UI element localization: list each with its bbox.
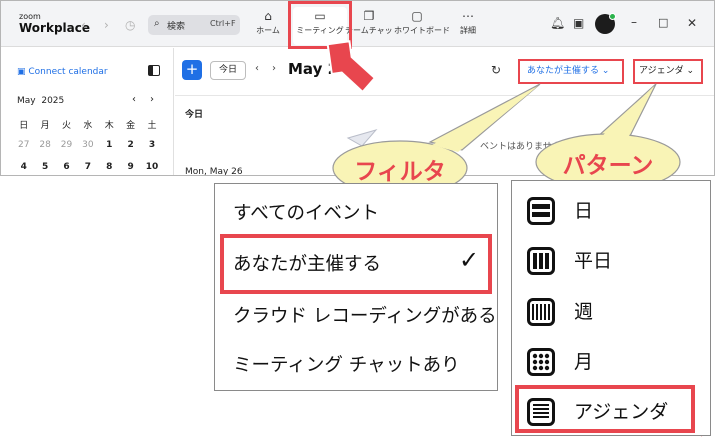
chevron-down-icon: ⌄ bbox=[601, 66, 610, 76]
calendar-day[interactable]: 2 bbox=[120, 140, 141, 162]
view-pattern-menu: 日 平日 週 月 アジェンダ bbox=[511, 180, 711, 436]
weekday-row: 日 月 火 水 木 金 土 bbox=[13, 118, 163, 140]
connect-calendar-label: Connect calendar bbox=[28, 67, 108, 77]
calendar-small-icon[interactable]: ▣ bbox=[573, 16, 584, 30]
calendar-day[interactable]: 1 bbox=[99, 140, 120, 162]
mini-calendar: 日 月 火 水 木 金 土 27 28 29 30 1 2 3 4 5 6 7 … bbox=[13, 118, 163, 175]
chevron-down-icon: ⌄ bbox=[686, 66, 695, 76]
view-option-label: 月 bbox=[574, 351, 594, 373]
weekday: 土 bbox=[147, 121, 157, 131]
tab-more-label: 詳細 bbox=[460, 26, 476, 35]
back-arrow-icon[interactable]: ‹ bbox=[81, 18, 86, 32]
avatar[interactable] bbox=[595, 13, 616, 34]
calendar-day[interactable]: 9 bbox=[120, 162, 141, 175]
calendar-day[interactable]: 29 bbox=[56, 140, 77, 162]
meeting-tab-highlight bbox=[288, 1, 352, 49]
year-label: 2025 bbox=[41, 96, 65, 106]
tab-home-label: ホーム bbox=[256, 26, 280, 35]
tab-whiteboard[interactable]: ▢ ホワイトボード bbox=[394, 7, 450, 45]
calendar-day[interactable]: 3 bbox=[141, 140, 162, 162]
selected-item-highlight bbox=[220, 234, 492, 294]
search-label: 検索 bbox=[167, 22, 186, 32]
next-month-icon[interactable]: › bbox=[150, 94, 154, 105]
title-bar: zoom Workplace ‹ › ◷ ⌕ 検索 Ctrl+F ⌂ ホーム ▭… bbox=[1, 1, 714, 49]
view-option-label: 平日 bbox=[574, 250, 613, 272]
bell-icon[interactable]: 🔔︎ bbox=[550, 16, 565, 30]
more-icon: ⋯ bbox=[462, 9, 474, 23]
pattern-callout-text: パターン bbox=[562, 153, 654, 179]
weekday: 火 bbox=[61, 121, 71, 131]
tab-home[interactable]: ⌂ ホーム bbox=[251, 7, 285, 45]
today-button[interactable]: 今日 bbox=[210, 61, 246, 80]
maximize-icon[interactable]: □ bbox=[658, 16, 668, 29]
divider bbox=[175, 95, 714, 96]
sidebar-toggle-icon[interactable] bbox=[148, 65, 160, 76]
calendar-day[interactable]: 5 bbox=[34, 162, 55, 175]
filter-menu-item[interactable]: ミーティング チャットあり bbox=[233, 351, 460, 377]
week-row: 4 5 6 7 8 9 10 bbox=[13, 162, 163, 175]
check-icon: ✓ bbox=[459, 246, 480, 274]
filter-menu-item[interactable]: クラウド レコーディングがある bbox=[233, 302, 497, 328]
app-logo: zoom Workplace bbox=[19, 12, 91, 35]
selected-item-highlight bbox=[515, 385, 695, 433]
calendar-day[interactable]: 30 bbox=[77, 140, 98, 162]
refresh-icon[interactable]: ↻ bbox=[491, 63, 501, 77]
search-box[interactable]: ⌕ 検索 Ctrl+F bbox=[148, 15, 240, 35]
today-section-label: 今日 bbox=[185, 110, 204, 120]
view-pattern-dropdown[interactable]: アジェンダ ⌄ bbox=[633, 59, 703, 84]
annotated-screenshot: zoom Workplace ‹ › ◷ ⌕ 検索 Ctrl+F ⌂ ホーム ▭… bbox=[0, 0, 715, 444]
minimize-icon[interactable]: – bbox=[631, 15, 637, 29]
calendar-day[interactable]: 28 bbox=[34, 140, 55, 162]
tab-team-chat-label: チームチャット bbox=[345, 26, 393, 35]
week-row: 27 28 29 30 1 2 3 bbox=[13, 140, 163, 162]
search-shortcut: Ctrl+F bbox=[210, 19, 236, 28]
brand-big: Workplace bbox=[19, 21, 91, 35]
calendar-day[interactable]: 4 bbox=[13, 162, 34, 175]
brand-small: zoom bbox=[19, 12, 41, 21]
chat-icon: ❐ bbox=[363, 9, 375, 23]
calendar-day[interactable]: 8 bbox=[99, 162, 120, 175]
filter-dropdown[interactable]: あなたが主催する ⌄ bbox=[518, 59, 624, 84]
tab-more[interactable]: ⋯ 詳細 bbox=[453, 7, 483, 45]
view-option-label: 週 bbox=[574, 301, 594, 323]
filter-menu-item[interactable]: すべてのイベント bbox=[233, 199, 379, 225]
calendar-day[interactable]: 10 bbox=[141, 162, 162, 175]
mini-calendar-month: May 2025 bbox=[17, 96, 64, 106]
month-label: May bbox=[17, 96, 36, 106]
filter-dropdown-label: あなたが主催する bbox=[527, 66, 600, 76]
month-view-icon bbox=[527, 348, 555, 376]
history-icon[interactable]: ◷ bbox=[125, 18, 135, 32]
whiteboard-icon: ▢ bbox=[411, 9, 423, 23]
calendar-day[interactable]: 6 bbox=[56, 162, 77, 175]
next-day-icon[interactable]: › bbox=[272, 63, 276, 74]
weekday: 金 bbox=[126, 121, 136, 131]
weekday: 木 bbox=[104, 121, 114, 131]
date-title: May 26 bbox=[288, 60, 344, 78]
search-icon: ⌕ bbox=[154, 18, 160, 29]
forward-arrow-icon[interactable]: › bbox=[104, 18, 109, 32]
day-section-label: Mon, May 26 bbox=[185, 167, 243, 176]
pattern-dropdown-label: アジェンダ bbox=[639, 66, 684, 76]
calendar-day[interactable]: 7 bbox=[77, 162, 98, 175]
tab-team-chat[interactable]: ❐ チームチャット bbox=[345, 7, 393, 45]
workweek-view-icon bbox=[527, 247, 555, 275]
home-icon: ⌂ bbox=[264, 9, 272, 23]
calendar-sidebar: ▣ Connect calendar May 2025 ‹ › 日 月 火 水 … bbox=[1, 48, 174, 175]
week-view-icon bbox=[527, 298, 555, 326]
calendar-day[interactable]: 27 bbox=[13, 140, 34, 162]
status-dot bbox=[609, 13, 616, 20]
view-option-label: 日 bbox=[574, 200, 594, 222]
weekday: 日 bbox=[19, 121, 29, 131]
prev-month-icon[interactable]: ‹ bbox=[132, 94, 136, 105]
weekday: 水 bbox=[83, 121, 93, 131]
connect-calendar-link[interactable]: ▣ Connect calendar bbox=[17, 67, 108, 77]
weekday: 月 bbox=[40, 121, 50, 131]
prev-day-icon[interactable]: ‹ bbox=[255, 63, 259, 74]
add-event-button[interactable]: + bbox=[182, 60, 202, 80]
close-icon[interactable]: ✕ bbox=[687, 16, 697, 30]
day-view-icon bbox=[527, 197, 555, 225]
tab-whiteboard-label: ホワイトボード bbox=[394, 26, 450, 35]
filter-menu: すべてのイベント あなたが主催する クラウド レコーディングがある ミーティング… bbox=[214, 183, 498, 391]
